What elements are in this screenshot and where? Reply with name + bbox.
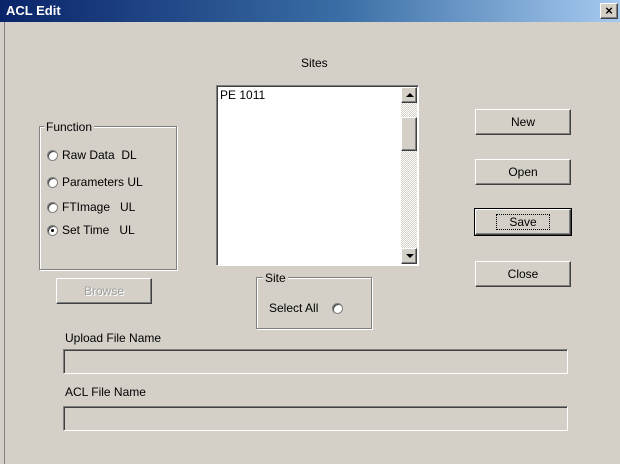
radio-button[interactable] [47,149,58,161]
select-all-option[interactable]: Select All [269,301,347,315]
upload-file-name-field[interactable] [63,349,568,374]
close-button[interactable]: Close [475,261,571,287]
scroll-up-button[interactable] [401,87,417,103]
select-all-label: Select All [269,301,319,315]
window-title: ACL Edit [6,3,61,18]
radio-set-time[interactable]: Set Time UL [47,223,135,237]
dialog-client-area: Sites PE 1011 Function Raw Data DL Param… [4,22,617,464]
title-bar: ACL Edit × [0,0,620,22]
site-group-title: Site [263,271,288,285]
radio-ftimage[interactable]: FTImage UL [47,200,135,214]
window-close-button[interactable]: × [600,3,618,19]
upload-file-name-label: Upload File Name [65,331,162,345]
radio-label: FTImage UL [62,200,136,214]
select-all-radio[interactable] [332,302,344,314]
acl-file-name-field[interactable] [63,406,568,431]
radio-label: Raw Data DL [62,148,137,162]
save-button-label: Save [496,214,550,230]
radio-parameters[interactable]: Parameters UL [47,175,143,189]
list-item[interactable]: PE 1011 [220,88,265,102]
radio-button[interactable] [47,201,58,213]
scroll-down-button[interactable] [401,248,417,264]
radio-button[interactable] [47,224,58,236]
open-button[interactable]: Open [475,159,571,185]
sites-scrollbar[interactable] [401,87,417,264]
sites-listbox[interactable]: PE 1011 [216,85,419,266]
radio-button[interactable] [47,176,58,188]
browse-button[interactable]: Browse [56,278,152,304]
radio-label: Parameters UL [62,175,143,189]
acl-file-name-label: ACL File Name [65,385,146,399]
close-icon: × [605,3,613,18]
radio-raw-data[interactable]: Raw Data DL [47,148,137,162]
new-button[interactable]: New [475,109,571,135]
scroll-thumb[interactable] [401,117,417,151]
save-button[interactable]: Save [474,208,572,236]
radio-label: Set Time UL [62,223,135,237]
arrow-down-icon [406,254,414,258]
sites-label: Sites [301,56,328,70]
function-group-title: Function [44,120,95,134]
arrow-up-icon [406,93,414,97]
